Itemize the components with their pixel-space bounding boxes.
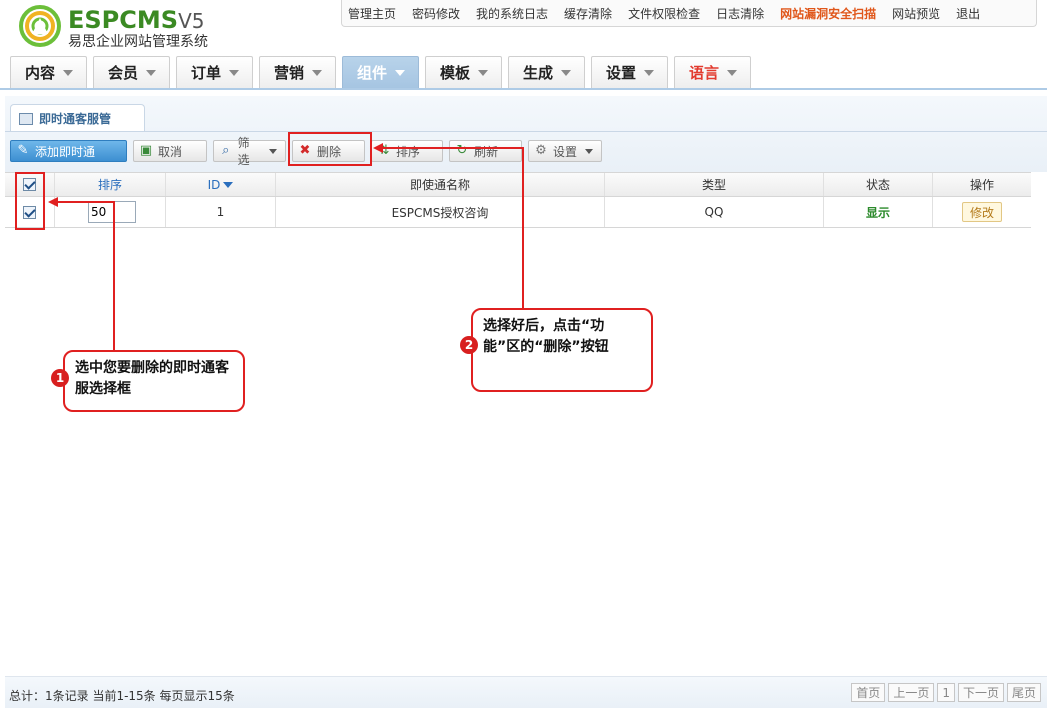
- table-row: 1 ESPCMS授权咨询 QQ 显示 修改: [5, 197, 1031, 228]
- filter-icon: ⌕: [222, 143, 230, 158]
- page-first[interactable]: 首页: [851, 683, 886, 702]
- chevron-down-icon: [395, 69, 406, 76]
- topnav-my-log[interactable]: 我的系统日志: [476, 5, 548, 22]
- page-last[interactable]: 尾页: [1006, 683, 1041, 702]
- chevron-down-icon: [63, 69, 74, 76]
- monitor-icon: [19, 112, 33, 125]
- gear-icon: ⚙: [535, 143, 547, 158]
- filter-button[interactable]: ⌕ 筛选: [213, 136, 286, 167]
- menu-member[interactable]: 会员: [93, 56, 170, 88]
- row-status-cell: 显示: [824, 197, 933, 227]
- row-ops-cell: 修改: [933, 197, 1031, 227]
- topnav-clear-cache[interactable]: 缓存清除: [564, 5, 612, 22]
- panel-tab-label: 即时通客服管: [39, 112, 112, 126]
- topnav-security-scan[interactable]: 网站漏洞安全扫描: [780, 5, 876, 22]
- col-type: 类型: [605, 173, 824, 196]
- delete-highlight: [288, 132, 372, 166]
- topnav-password[interactable]: 密码修改: [412, 5, 460, 22]
- annotation-step1: 选中您要删除的即时通客服选择框: [63, 350, 245, 412]
- panel-tab[interactable]: 即时通客服管: [10, 104, 145, 132]
- menu-settings[interactable]: 设置: [591, 56, 668, 88]
- topnav-logout[interactable]: 退出: [956, 5, 980, 22]
- topnav-preview[interactable]: 网站预览: [892, 5, 940, 22]
- table-header: 排序 ID 即使通名称 类型 状态 操作: [5, 172, 1031, 197]
- row-name: ESPCMS授权咨询: [276, 197, 605, 227]
- cancel-button[interactable]: ▣ 取消: [133, 140, 207, 162]
- pagination: 首页 上一页 1 下一页 尾页: [848, 683, 1041, 702]
- chevron-down-icon: [561, 69, 572, 76]
- app-root: ESPCMSV5 易思企业网站管理系统 管理主页 密码修改 我的系统日志 缓存清…: [0, 0, 1047, 712]
- menu-generate[interactable]: 生成: [508, 56, 585, 88]
- row-order-cell: [55, 197, 166, 227]
- row-type: QQ: [605, 197, 824, 227]
- chevron-down-icon: [727, 69, 738, 76]
- status-badge[interactable]: 显示: [866, 204, 890, 221]
- topnav-home[interactable]: 管理主页: [348, 5, 396, 22]
- topnav-clear-log[interactable]: 日志清除: [716, 5, 764, 22]
- annotation-step2-badge: 2: [460, 336, 478, 354]
- col-status: 状态: [824, 173, 933, 196]
- col-order[interactable]: 排序: [55, 173, 166, 196]
- refresh-button[interactable]: ↻ 刷新: [449, 140, 522, 162]
- settings-button[interactable]: ⚙ 设置: [528, 140, 602, 162]
- record-summary: 总计：1条记录 当前1-15条 每页显示15条: [9, 689, 235, 703]
- row-id: 1: [166, 197, 276, 227]
- chevron-down-icon: [478, 69, 489, 76]
- order-input[interactable]: [88, 201, 136, 223]
- panel-divider: [5, 131, 1047, 132]
- annotation-step1-badge: 1: [51, 369, 69, 387]
- edit-button[interactable]: 修改: [961, 202, 1002, 222]
- sort-button[interactable]: ⇅ 排序: [371, 140, 443, 162]
- col-name: 即使通名称: [276, 173, 605, 196]
- menu-divider: [0, 88, 1047, 90]
- chevron-down-icon: [644, 69, 655, 76]
- main-menu: 内容 会员 订单 营销 组件 模板 生成 设置 语言: [10, 56, 757, 88]
- checkbox-highlight: [15, 172, 45, 230]
- cancel-icon: ▣: [139, 143, 153, 158]
- chevron-down-icon: [585, 148, 593, 154]
- espcms-logo-icon: [19, 5, 61, 47]
- refresh-icon: ↻: [456, 143, 468, 158]
- page-next[interactable]: 下一页: [957, 683, 1004, 702]
- chevron-down-icon: [269, 148, 277, 154]
- menu-content[interactable]: 内容: [10, 56, 87, 88]
- footer: 总计：1条记录 当前1-15条 每页显示15条 首页 上一页 1 下一页 尾页: [5, 676, 1047, 708]
- annotation-step2: 选择好后，点击“功能”区的“删除”按钮: [471, 308, 653, 392]
- top-nav: 管理主页 密码修改 我的系统日志 缓存清除 文件权限检查 日志清除 网站漏洞安全…: [341, 0, 1037, 27]
- add-im-button[interactable]: ✎ 添加即时通: [10, 140, 127, 162]
- page-prev[interactable]: 上一页: [888, 683, 935, 702]
- col-id[interactable]: ID: [166, 173, 276, 196]
- chevron-down-icon: [146, 69, 157, 76]
- menu-component[interactable]: 组件: [342, 56, 419, 88]
- annotation-step1-text: 选中您要删除的即时通客服选择框: [75, 360, 229, 397]
- menu-language[interactable]: 语言: [674, 56, 751, 88]
- annotation-step2-text: 选择好后，点击“功能”区的“删除”按钮: [483, 318, 609, 355]
- page-number[interactable]: 1: [937, 683, 955, 702]
- topnav-file-permission[interactable]: 文件权限检查: [628, 5, 700, 22]
- menu-template[interactable]: 模板: [425, 56, 502, 88]
- brand-subtitle: 易思企业网站管理系统: [68, 34, 208, 50]
- chevron-down-icon: [312, 69, 323, 76]
- brand-name: ESPCMSV5: [68, 6, 205, 34]
- sort-icon: ⇅: [378, 143, 390, 158]
- sort-down-icon: [223, 181, 234, 188]
- menu-marketing[interactable]: 营销: [259, 56, 336, 88]
- add-icon: ✎: [17, 143, 29, 158]
- col-ops: 操作: [969, 178, 994, 192]
- brand-version: V5: [178, 9, 205, 33]
- menu-order[interactable]: 订单: [176, 56, 253, 88]
- chevron-down-icon: [229, 69, 240, 76]
